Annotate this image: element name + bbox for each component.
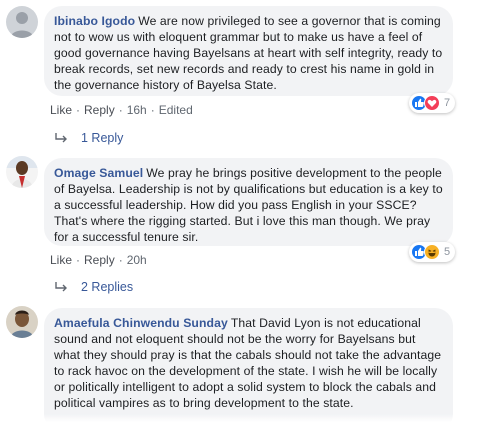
edited-label[interactable]: Edited — [159, 102, 193, 118]
love-icon — [424, 95, 440, 111]
timestamp[interactable]: 16h — [127, 102, 147, 118]
comment-actions: Like · Reply · 16h · Edited — [50, 102, 193, 118]
comment-author[interactable]: Omage Samuel — [54, 166, 143, 180]
view-replies-link[interactable]: 1 Reply — [55, 129, 123, 147]
comment-author[interactable]: Amaefula Chinwendu Sunday — [54, 316, 228, 330]
comment-bubble: Ibinabo Igodo We are now privileged to se… — [44, 6, 453, 96]
avatar[interactable] — [6, 6, 38, 38]
timestamp[interactable]: 20h — [127, 252, 147, 268]
reply-arrow-icon — [55, 133, 67, 143]
like-link[interactable]: Like — [50, 252, 72, 268]
scroll-fade — [0, 414, 484, 422]
view-replies-link[interactable]: 2 Replies — [55, 278, 133, 296]
reaction-count: 5 — [444, 246, 451, 258]
reply-link[interactable]: Reply — [84, 102, 115, 118]
like-link[interactable]: Like — [50, 102, 72, 118]
replies-label[interactable]: 1 Reply — [81, 131, 123, 145]
comment-author[interactable]: Ibinabo Igodo — [54, 14, 135, 28]
replies-label[interactable]: 2 Replies — [81, 280, 133, 294]
comment-actions: Like · Reply · 20h — [50, 252, 147, 268]
avatar[interactable] — [6, 306, 38, 338]
comment-bubble: Omage Samuel We pray he brings positive d… — [44, 158, 453, 246]
comment-bubble: Amaefula Chinwendu Sunday That David Lyon… — [44, 308, 453, 422]
reactions-summary[interactable]: 5 — [409, 242, 456, 262]
reactions-summary[interactable]: 7 — [409, 93, 456, 113]
reply-arrow-icon — [55, 282, 67, 292]
haha-icon — [424, 244, 440, 260]
avatar[interactable] — [6, 156, 38, 188]
reply-link[interactable]: Reply — [84, 252, 115, 268]
comment-text: That David Lyon is not educational sound… — [54, 316, 442, 410]
reaction-count: 7 — [444, 97, 451, 109]
